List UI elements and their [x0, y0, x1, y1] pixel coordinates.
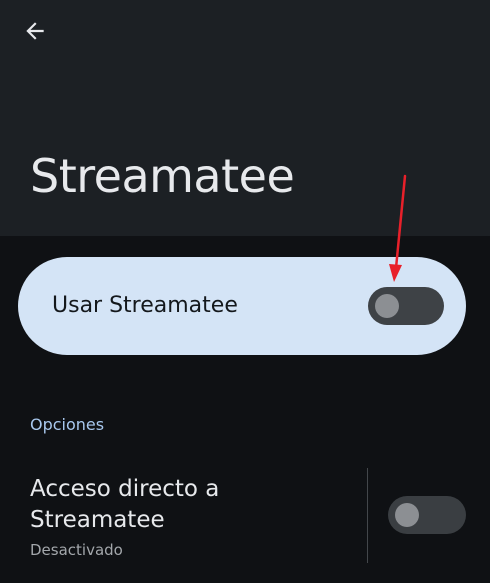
- arrow-left-icon: [26, 22, 44, 40]
- shortcut-title: Acceso directo a Streamatee: [30, 476, 220, 533]
- main-switch-card[interactable]: Usar Streamatee: [18, 257, 466, 355]
- top-app-bar: Streamatee: [0, 0, 490, 236]
- shortcut-preference-row[interactable]: Acceso directo a Streamatee Desactivado: [0, 462, 490, 567]
- back-button[interactable]: [14, 10, 56, 52]
- shortcut-switch-thumb: [395, 503, 419, 527]
- page-title: Streamatee: [30, 149, 295, 203]
- main-switch-label: Usar Streamatee: [52, 293, 238, 318]
- shortcut-summary: Desactivado: [30, 541, 123, 559]
- main-switch-toggle[interactable]: [368, 287, 444, 325]
- vertical-divider: [367, 468, 368, 563]
- shortcut-switch-toggle[interactable]: [388, 496, 466, 534]
- main-switch-thumb: [375, 294, 399, 318]
- options-section-header: Opciones: [30, 415, 105, 434]
